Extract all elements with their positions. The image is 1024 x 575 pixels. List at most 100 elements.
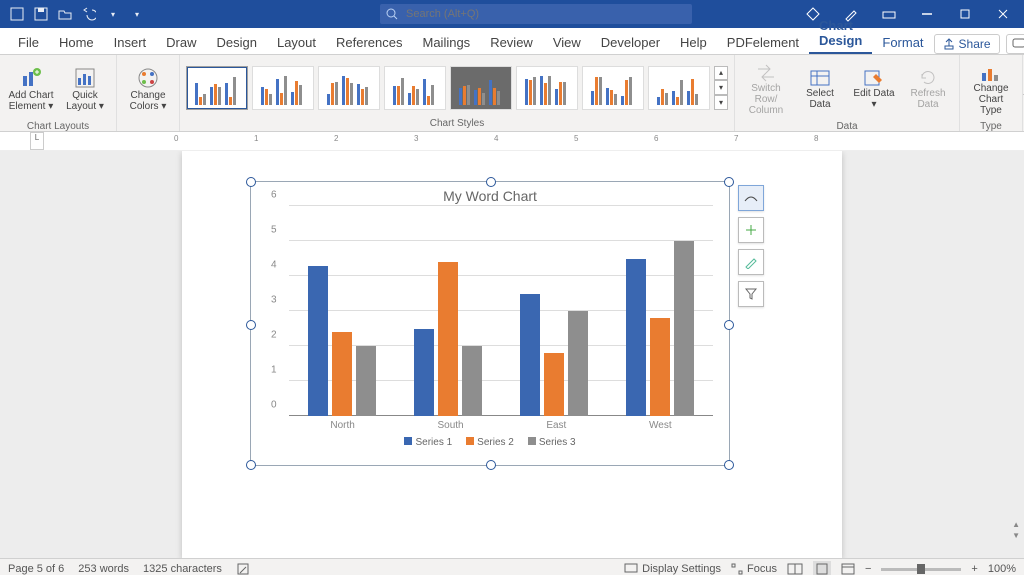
diamond-icon[interactable] — [796, 0, 830, 28]
zoom-in-button[interactable]: + — [971, 563, 977, 575]
focus-button[interactable]: Focus — [731, 563, 777, 575]
share-icon — [943, 38, 955, 50]
display-settings-button[interactable]: Display Settings — [624, 563, 721, 575]
status-chars[interactable]: 1325 characters — [143, 563, 222, 575]
zoom-level[interactable]: 100% — [988, 563, 1016, 575]
change-colors-button[interactable]: Change Colors ▾ — [123, 59, 173, 119]
add-chart-element-button[interactable]: Add Chart Element ▾ — [6, 59, 56, 119]
page: My Word Chart 0123456 NorthSouthEastWest… — [182, 151, 842, 558]
group-type: Change Chart Type Type — [960, 55, 1023, 131]
title-bar: ▾ ▾ — [0, 0, 1024, 28]
tab-draw[interactable]: Draw — [156, 31, 206, 54]
minimize-button[interactable] — [910, 0, 944, 28]
tab-mailings[interactable]: Mailings — [413, 31, 481, 54]
switch-icon — [754, 63, 778, 83]
group-chart-layouts: Add Chart Element ▾ Quick Layout ▾ Chart… — [0, 55, 117, 131]
autosave-icon[interactable] — [8, 5, 26, 23]
palette-icon — [136, 66, 160, 90]
page-scroll-arrows[interactable]: ▲▼ — [1012, 520, 1020, 540]
comment-icon — [1012, 38, 1024, 50]
tab-review[interactable]: Review — [480, 31, 543, 54]
save-icon[interactable] — [32, 5, 50, 23]
chart-style-thumb-4[interactable] — [384, 66, 446, 110]
group-data: Switch Row/ Column Select Data Edit Data… — [735, 55, 960, 131]
switch-row-column-button[interactable]: Switch Row/ Column — [741, 59, 791, 119]
ruler-horizontal[interactable]: L 012345678 — [0, 132, 1024, 151]
search-input[interactable] — [404, 7, 686, 21]
chart-x-axis[interactable]: NorthSouthEastWest — [289, 416, 713, 431]
ribbon: Add Chart Element ▾ Quick Layout ▾ Chart… — [0, 55, 1024, 132]
zoom-slider[interactable] — [881, 568, 961, 571]
comments-button[interactable] — [1006, 34, 1024, 54]
close-button[interactable] — [986, 0, 1020, 28]
document-area[interactable]: My Word Chart 0123456 NorthSouthEastWest… — [0, 151, 1024, 558]
tab-pdfelement[interactable]: PDFelement — [717, 31, 809, 54]
tab-view[interactable]: View — [543, 31, 591, 54]
chart-filters-button[interactable] — [738, 281, 764, 307]
quick-layout-button[interactable]: Quick Layout ▾ — [60, 59, 110, 119]
circuit-icon[interactable] — [872, 0, 906, 28]
title-bar-right — [796, 0, 1024, 28]
view-web-button[interactable] — [841, 563, 855, 575]
open-icon[interactable] — [56, 5, 74, 23]
ruler-corner: L — [30, 132, 44, 150]
pen-icon[interactable] — [834, 0, 868, 28]
refresh-data-button[interactable]: Refresh Data — [903, 59, 953, 119]
tab-layout[interactable]: Layout — [267, 31, 326, 54]
refresh-icon — [916, 68, 940, 88]
change-chart-type-button[interactable]: Change Chart Type — [966, 59, 1016, 119]
select-data-button[interactable]: Select Data — [795, 59, 845, 119]
status-words[interactable]: 253 words — [78, 563, 129, 575]
tab-file[interactable]: File — [8, 31, 49, 54]
change-type-icon — [979, 63, 1003, 83]
status-proofing-icon[interactable] — [236, 562, 250, 575]
edit-data-icon — [862, 68, 886, 88]
chart-styles-button[interactable] — [738, 249, 764, 275]
chart-style-thumb-2[interactable] — [252, 66, 314, 110]
redo-dropdown-icon[interactable]: ▾ — [104, 5, 122, 23]
tab-references[interactable]: References — [326, 31, 412, 54]
chart-object[interactable]: My Word Chart 0123456 NorthSouthEastWest… — [250, 181, 730, 466]
search-box[interactable] — [380, 4, 692, 24]
style-gallery-scroll[interactable]: ▴▾▾ — [714, 66, 728, 110]
zoom-out-button[interactable]: − — [865, 563, 871, 575]
plus-icon — [744, 223, 758, 237]
add-chart-element-icon — [19, 66, 43, 90]
chart-elements-button[interactable] — [738, 217, 764, 243]
view-print-button[interactable] — [813, 561, 831, 575]
tab-home[interactable]: Home — [49, 31, 104, 54]
display-icon — [624, 563, 638, 575]
undo-icon[interactable] — [80, 5, 98, 23]
search-icon — [386, 8, 398, 20]
chart-style-thumb-5[interactable] — [450, 66, 512, 110]
qat-more-icon[interactable]: ▾ — [128, 5, 146, 23]
edit-data-button[interactable]: Edit Data ▾ — [849, 59, 899, 119]
tab-format[interactable]: Format — [872, 31, 933, 54]
tab-design[interactable]: Design — [207, 31, 267, 54]
group-change-colors: Change Colors ▾ — [117, 55, 180, 131]
chart-style-thumb-6[interactable] — [516, 66, 578, 110]
chart-style-thumb-8[interactable] — [648, 66, 710, 110]
group-label-chart-styles: Chart Styles — [180, 116, 734, 131]
chart-plot-area[interactable]: 0123456 — [289, 206, 713, 416]
tab-insert[interactable]: Insert — [104, 31, 157, 54]
status-bar: Page 5 of 6 253 words 1325 characters Di… — [0, 558, 1024, 575]
layout-options-icon — [744, 191, 758, 205]
tab-help[interactable]: Help — [670, 31, 717, 54]
layout-options-button[interactable] — [738, 185, 764, 211]
chart-side-buttons — [738, 185, 764, 307]
chart-legend[interactable]: Series 1Series 2Series 3 — [251, 431, 729, 448]
chart-style-thumb-3[interactable] — [318, 66, 380, 110]
funnel-icon — [744, 287, 758, 301]
chart-style-thumb-1[interactable] — [186, 66, 248, 110]
quick-access-toolbar: ▾ ▾ — [0, 5, 154, 23]
view-read-button[interactable] — [787, 563, 803, 575]
focus-icon — [731, 563, 743, 575]
chart-style-thumb-7[interactable] — [582, 66, 644, 110]
chart-style-gallery — [186, 66, 710, 110]
group-chart-styles: ▴▾▾ Chart Styles — [180, 55, 735, 131]
tab-developer[interactable]: Developer — [591, 31, 670, 54]
maximize-button[interactable] — [948, 0, 982, 28]
share-button[interactable]: Share — [934, 34, 1000, 54]
status-page[interactable]: Page 5 of 6 — [8, 563, 64, 575]
